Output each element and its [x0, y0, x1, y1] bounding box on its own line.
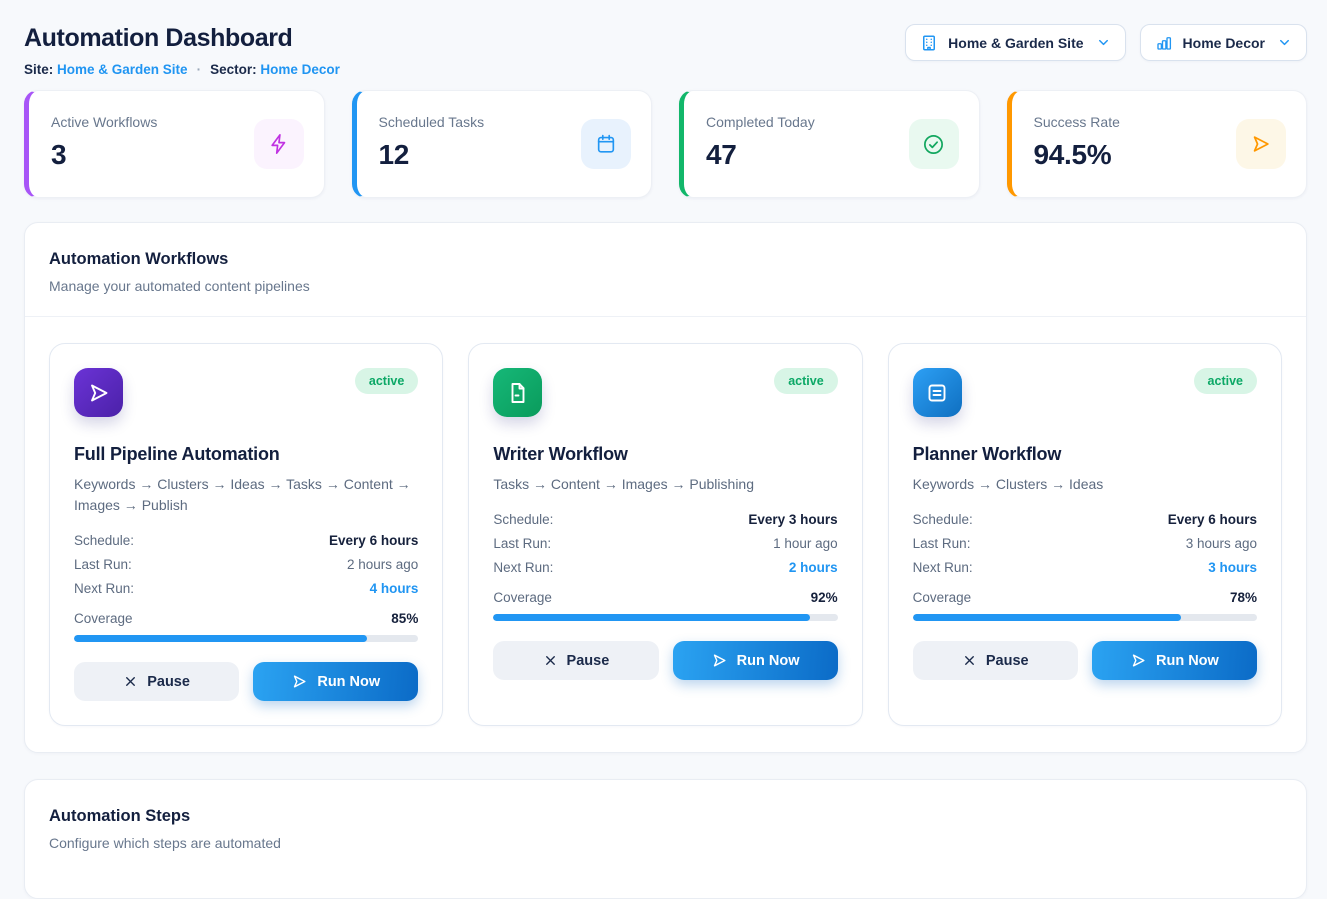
- x-icon: [543, 653, 558, 668]
- steps-panel-subtitle: Configure which steps are automated: [49, 835, 1282, 851]
- send-icon: [1236, 119, 1286, 169]
- last-run-row: Last Run: 3 hours ago: [913, 536, 1257, 551]
- status-badge: active: [355, 368, 418, 394]
- stat-value: 12: [379, 139, 485, 171]
- bar-chart-icon: [1155, 34, 1173, 52]
- send-icon: [1130, 652, 1147, 669]
- topbar: Automation Dashboard Site: Home & Garden…: [24, 16, 1307, 77]
- pause-button[interactable]: Pause: [493, 641, 658, 680]
- steps-panel: Automation Steps Configure which steps a…: [24, 779, 1307, 899]
- workflow-card-planner: active Planner Workflow Keywords → Clust…: [888, 343, 1282, 726]
- coverage-progress-bar: [493, 614, 837, 621]
- site-selector-label: Home & Garden Site: [948, 35, 1083, 51]
- coverage-progress-fill: [913, 614, 1182, 621]
- coverage-value: 78%: [1230, 590, 1257, 605]
- coverage-progress-fill: [493, 614, 810, 621]
- file-text-icon: [493, 368, 542, 417]
- coverage-progress-bar: [74, 635, 418, 642]
- last-run-row: Last Run: 1 hour ago: [493, 536, 837, 551]
- workflows-panel-header: Automation Workflows Manage your automat…: [25, 223, 1306, 316]
- breadcrumb: Site: Home & Garden Site · Sector: Home De…: [24, 62, 340, 77]
- coverage-block: Coverage 85%: [74, 611, 418, 642]
- workflow-card-writer: active Writer Workflow Tasks → Content →…: [468, 343, 862, 726]
- stats-row: Active Workflows 3 Scheduled Tasks 12 Co…: [24, 90, 1307, 198]
- status-badge: active: [1194, 368, 1257, 394]
- send-icon: [291, 673, 308, 690]
- coverage-progress-bar: [913, 614, 1257, 621]
- coverage-value: 85%: [391, 611, 418, 626]
- schedule-row: Schedule: Every 6 hours: [913, 512, 1257, 527]
- pause-button[interactable]: Pause: [913, 641, 1078, 680]
- sector-link[interactable]: Home Decor: [260, 62, 340, 77]
- workflow-title: Planner Workflow: [913, 444, 1257, 465]
- coverage-block: Coverage 92%: [493, 590, 837, 621]
- building-icon: [920, 34, 938, 52]
- chevron-down-icon: [1277, 35, 1292, 50]
- stat-label: Success Rate: [1034, 114, 1120, 130]
- pause-button[interactable]: Pause: [74, 662, 239, 701]
- stat-card-scheduled-tasks: Scheduled Tasks 12: [352, 90, 653, 198]
- stat-card-success-rate: Success Rate 94.5%: [1007, 90, 1308, 198]
- sector-selector-label: Home Decor: [1183, 35, 1265, 51]
- last-run-row: Last Run: 2 hours ago: [74, 557, 418, 572]
- automation-dashboard-page: Automation Dashboard Site: Home & Garden…: [0, 0, 1327, 899]
- x-icon: [962, 653, 977, 668]
- send-icon: [74, 368, 123, 417]
- sector-selector-dropdown[interactable]: Home Decor: [1140, 24, 1307, 61]
- workflows-panel-body: active Full Pipeline Automation Keywords…: [25, 316, 1306, 752]
- stat-value: 47: [706, 139, 815, 171]
- note-icon: [913, 368, 962, 417]
- steps-panel-title: Automation Steps: [49, 807, 1282, 826]
- workflow-pipeline: Keywords → Clusters → Ideas: [913, 474, 1257, 495]
- status-badge: active: [774, 368, 837, 394]
- stat-label: Completed Today: [706, 114, 815, 130]
- run-now-button[interactable]: Run Now: [1092, 641, 1257, 680]
- run-now-button[interactable]: Run Now: [253, 662, 418, 701]
- chevron-down-icon: [1096, 35, 1111, 50]
- next-run-row: Next Run: 4 hours: [74, 581, 418, 596]
- heading-block: Automation Dashboard Site: Home & Garden…: [24, 16, 340, 77]
- workflow-pipeline: Tasks → Content → Images → Publishing: [493, 474, 837, 495]
- stat-card-active-workflows: Active Workflows 3: [24, 90, 325, 198]
- site-link[interactable]: Home & Garden Site: [57, 62, 188, 77]
- workflows-panel-subtitle: Manage your automated content pipelines: [49, 278, 1282, 294]
- stat-value: 3: [51, 139, 157, 171]
- x-icon: [123, 674, 138, 689]
- workflow-pipeline: Keywords → Clusters → Ideas → Tasks → Co…: [74, 474, 418, 516]
- site-selector-dropdown[interactable]: Home & Garden Site: [905, 24, 1125, 61]
- workflow-grid: active Full Pipeline Automation Keywords…: [49, 343, 1282, 726]
- next-run-row: Next Run: 2 hours: [493, 560, 837, 575]
- lightning-icon: [254, 119, 304, 169]
- sector-label: Sector:: [210, 62, 257, 77]
- selectors: Home & Garden Site Home Decor: [905, 24, 1307, 61]
- next-run-row: Next Run: 3 hours: [913, 560, 1257, 575]
- site-label: Site:: [24, 62, 53, 77]
- workflow-title: Full Pipeline Automation: [74, 444, 418, 465]
- workflow-title: Writer Workflow: [493, 444, 837, 465]
- coverage-block: Coverage 78%: [913, 590, 1257, 621]
- schedule-row: Schedule: Every 6 hours: [74, 533, 418, 548]
- page-title: Automation Dashboard: [24, 24, 340, 53]
- coverage-progress-fill: [74, 635, 367, 642]
- stat-card-completed-today: Completed Today 47: [679, 90, 980, 198]
- workflows-panel-title: Automation Workflows: [49, 250, 1282, 269]
- workflows-panel: Automation Workflows Manage your automat…: [24, 222, 1307, 753]
- schedule-row: Schedule: Every 3 hours: [493, 512, 837, 527]
- coverage-value: 92%: [811, 590, 838, 605]
- dot-separator: ·: [197, 62, 202, 77]
- calendar-icon: [581, 119, 631, 169]
- check-circle-icon: [909, 119, 959, 169]
- stat-label: Scheduled Tasks: [379, 114, 485, 130]
- send-icon: [711, 652, 728, 669]
- stat-label: Active Workflows: [51, 114, 157, 130]
- run-now-button[interactable]: Run Now: [673, 641, 838, 680]
- workflow-card-full-pipeline: active Full Pipeline Automation Keywords…: [49, 343, 443, 726]
- stat-value: 94.5%: [1034, 139, 1120, 171]
